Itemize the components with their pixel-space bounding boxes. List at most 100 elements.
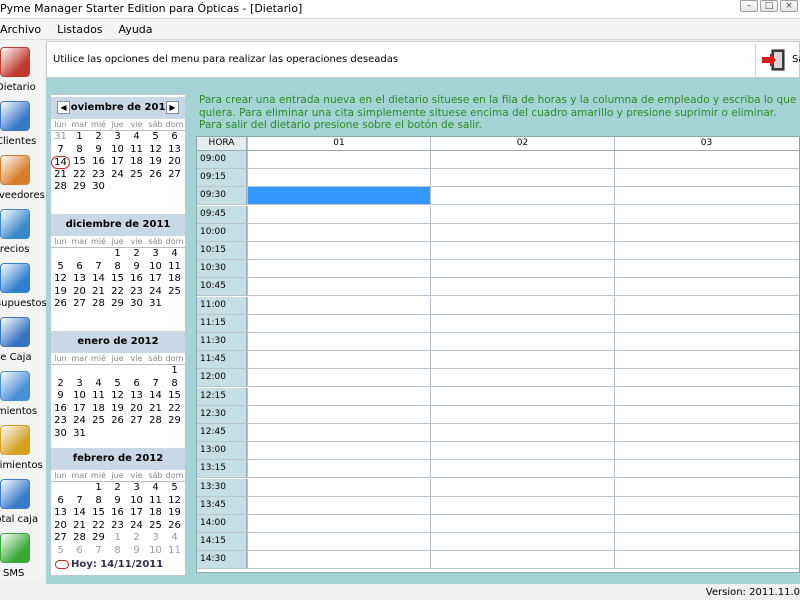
calendar-day[interactable]: 7 (146, 378, 165, 391)
schedule-cell[interactable] (247, 260, 430, 278)
calendar-day[interactable]: 20 (51, 520, 70, 533)
calendar-day[interactable]: 27 (70, 298, 89, 311)
calendar-day[interactable]: 10 (70, 390, 89, 403)
schedule-cell[interactable] (430, 151, 614, 168)
minimize-button[interactable]: – (740, 0, 758, 12)
menu-listados[interactable]: Listados (57, 23, 102, 36)
calendar-day[interactable]: 9 (127, 261, 146, 274)
calendar-day[interactable]: 9 (127, 545, 146, 558)
calendar-day[interactable]: 11 (146, 495, 165, 508)
calendar-day[interactable]: 14 (89, 273, 108, 286)
schedule-cell[interactable] (430, 169, 614, 187)
calendar-day[interactable]: 16 (108, 507, 127, 520)
calendar-day[interactable]: 5 (51, 261, 70, 274)
calendar-day[interactable]: 3 (146, 532, 165, 545)
maximize-button[interactable]: □ (760, 0, 778, 12)
calendar-day[interactable]: 27 (127, 415, 146, 428)
calendar-day[interactable]: 8 (108, 261, 127, 274)
schedule-cell[interactable] (247, 515, 430, 532)
calendar-day[interactable]: 3 (127, 482, 146, 495)
schedule-cell[interactable] (247, 351, 430, 369)
calendar-day[interactable]: 17 (108, 156, 127, 169)
calendar-day[interactable]: 22 (89, 520, 108, 533)
schedule-cell[interactable] (247, 242, 430, 259)
calendar-day[interactable]: 13 (127, 390, 146, 403)
schedule-cell[interactable] (614, 187, 798, 205)
calendar-day[interactable]: 20 (165, 156, 184, 169)
calendar-day[interactable]: 31 (70, 428, 89, 441)
calendar-day[interactable]: 28 (70, 532, 89, 545)
schedule-cell[interactable] (614, 205, 798, 223)
schedule-cell[interactable] (430, 387, 614, 405)
calendar-day[interactable]: 2 (127, 248, 146, 261)
calendar-day[interactable]: 18 (146, 507, 165, 520)
calendar-day[interactable]: 15 (108, 273, 127, 286)
calendar-day[interactable]: 13 (70, 273, 89, 286)
calendar-day[interactable]: 22 (165, 403, 184, 416)
calendar-day[interactable]: 22 (70, 169, 89, 182)
calendar-day[interactable]: 24 (70, 415, 89, 428)
toolbar-prices-button[interactable]: Precios (0, 206, 44, 260)
toolbar-suppliers-button[interactable]: Proveedores (0, 152, 45, 206)
schedule-cell[interactable] (614, 442, 798, 460)
calendar-day[interactable]: 21 (70, 520, 89, 533)
employee-column-header[interactable]: 03 (614, 137, 798, 150)
toolbar-sms-button[interactable]: SMS (0, 530, 44, 584)
calendar-day[interactable]: 8 (108, 545, 127, 558)
schedule-cell[interactable] (614, 351, 798, 369)
calendar-day[interactable]: 17 (127, 507, 146, 520)
schedule-cell[interactable] (430, 551, 614, 569)
toolbar-calculator-button[interactable]: Total caja (0, 476, 44, 530)
calendar-day[interactable]: 15 (89, 507, 108, 520)
schedule-cell[interactable] (614, 296, 798, 314)
menu-ayuda[interactable]: Ayuda (119, 23, 153, 36)
toolbar-calendar-day-button[interactable]: Dietario (0, 44, 44, 98)
calendar-day[interactable]: 22 (108, 286, 127, 299)
calendar-day[interactable]: 6 (51, 495, 70, 508)
calendar-day[interactable]: 6 (165, 131, 184, 144)
schedule-cell[interactable] (430, 187, 614, 205)
calendar-day[interactable]: 31 (51, 131, 70, 144)
calendar-day[interactable]: 2 (51, 378, 70, 391)
calendar-day[interactable]: 21 (89, 286, 108, 299)
calendar-day[interactable]: 28 (89, 298, 108, 311)
schedule-cell[interactable] (247, 478, 430, 496)
calendar-day[interactable]: 9 (89, 144, 108, 157)
calendar-day[interactable]: 4 (165, 532, 184, 545)
calendar-day[interactable]: 3 (146, 248, 165, 261)
calendar-day[interactable]: 1 (108, 532, 127, 545)
calendar-day[interactable]: 4 (146, 482, 165, 495)
calendar-day[interactable]: 19 (165, 507, 184, 520)
calendar-day[interactable]: 19 (146, 156, 165, 169)
calendar-day[interactable]: 14 (146, 390, 165, 403)
calendar-day[interactable]: 29 (70, 181, 89, 194)
calendar-day[interactable]: 21 (146, 403, 165, 416)
calendar-day[interactable]: 10 (108, 144, 127, 157)
calendar-day[interactable]: 5 (165, 482, 184, 495)
schedule-cell[interactable] (247, 424, 430, 441)
calendar-day[interactable]: 5 (108, 378, 127, 391)
schedule-cell[interactable] (247, 551, 430, 569)
calendar-day[interactable]: 25 (127, 169, 146, 182)
calendar-day[interactable]: 5 (146, 131, 165, 144)
calendar-day[interactable]: 8 (89, 495, 108, 508)
schedule-cell[interactable] (247, 369, 430, 387)
calendar-day[interactable]: 1 (70, 131, 89, 144)
calendar-day[interactable]: 17 (70, 403, 89, 416)
calendar-day[interactable]: 16 (127, 273, 146, 286)
calendar-day[interactable]: 25 (89, 415, 108, 428)
calendar-day[interactable]: 15 (70, 156, 89, 169)
schedule-cell[interactable] (247, 496, 430, 514)
calendar-day[interactable]: 13 (51, 507, 70, 520)
schedule-cell[interactable] (614, 223, 798, 241)
schedule-cell[interactable] (430, 278, 614, 296)
calendar-day[interactable]: 23 (51, 415, 70, 428)
calendar-day[interactable]: 30 (89, 181, 108, 194)
schedule-cell-selected[interactable] (247, 187, 430, 205)
calendar-day[interactable]: 3 (70, 378, 89, 391)
calendar-day[interactable]: 30 (51, 428, 70, 441)
calendar-day[interactable]: 14 (70, 507, 89, 520)
schedule-cell[interactable] (430, 405, 614, 423)
calendar-day[interactable]: 6 (127, 378, 146, 391)
calendar-day[interactable]: 26 (146, 169, 165, 182)
